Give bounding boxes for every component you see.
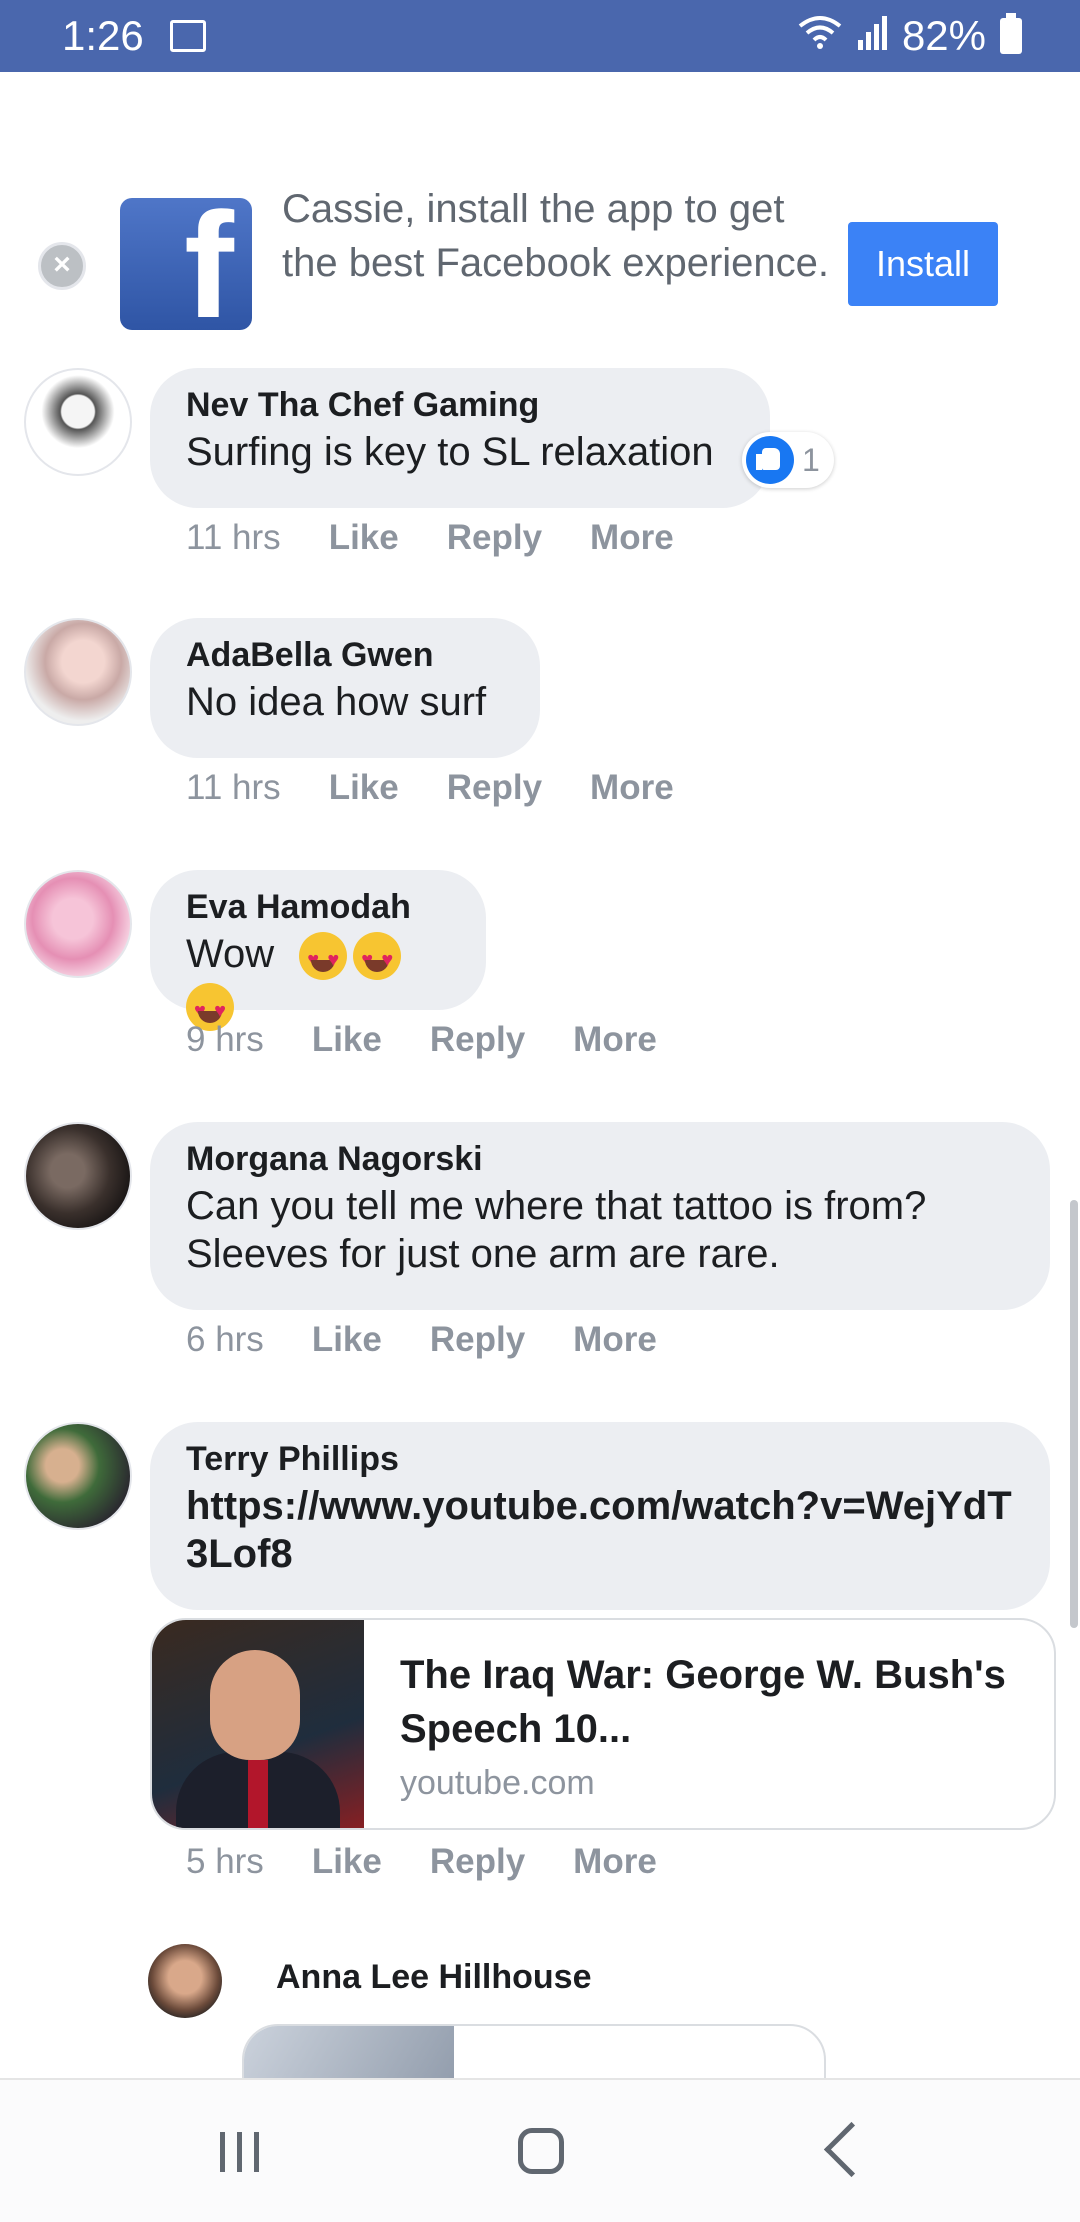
recents-icon[interactable] — [220, 2132, 259, 2172]
comment-bubble: Eva Hamodah Wow — [150, 870, 486, 1035]
more-button[interactable]: More — [573, 1320, 657, 1360]
status-right: 82% — [796, 12, 1022, 60]
install-button[interactable]: Install — [848, 222, 998, 306]
gallery-icon — [170, 20, 206, 52]
wifi-icon — [796, 12, 844, 60]
back-icon[interactable] — [823, 2121, 880, 2178]
like-button[interactable]: Like — [312, 1020, 382, 1060]
close-banner-icon[interactable]: × — [38, 242, 86, 290]
install-app-banner: × f Cassie, install the app to get the b… — [0, 72, 1080, 330]
more-button[interactable]: More — [573, 1020, 657, 1060]
comment-time[interactable]: 11 hrs — [186, 768, 281, 808]
avatar[interactable] — [24, 870, 132, 978]
comment-time[interactable]: 6 hrs — [186, 1320, 264, 1360]
link-preview-card[interactable]: The Iraq War: George W. Bush's Speech 10… — [150, 1618, 1056, 1830]
comment-bubble: AdaBella Gwen No idea how surf — [150, 618, 540, 758]
like-button[interactable]: Like — [312, 1320, 382, 1360]
like-button[interactable]: Like — [312, 1842, 382, 1882]
more-button[interactable]: More — [590, 768, 674, 808]
reaction-count: 1 — [802, 441, 820, 478]
avatar[interactable] — [24, 1122, 132, 1230]
facebook-logo-icon: f — [120, 198, 252, 330]
comment-text: Wow — [186, 930, 450, 1035]
comment-time[interactable]: 9 hrs — [186, 1020, 264, 1060]
reply-button[interactable]: Reply — [430, 1320, 525, 1360]
heart-eyes-emoji-icon — [353, 932, 402, 984]
signal-icon — [857, 12, 888, 60]
more-button[interactable]: More — [590, 518, 674, 558]
comment-bubble: Nev Tha Chef Gaming Surfing is key to SL… — [150, 368, 770, 508]
comment-author[interactable]: Terry Phillips — [186, 1436, 1014, 1482]
comment-author[interactable]: Morgana Nagorski — [186, 1136, 1014, 1182]
comment-actions: 6 hrs Like Reply More — [186, 1320, 657, 1360]
link-preview-title: The Iraq War: George W. Bush's Speech 10… — [400, 1653, 1006, 1751]
link-thumbnail — [152, 1620, 364, 1828]
reply-button[interactable]: Reply — [447, 768, 542, 808]
link-preview-domain: youtube.com — [400, 1764, 595, 1802]
battery-percent: 82% — [901, 12, 986, 59]
system-nav-bar — [0, 2078, 1080, 2222]
comment-author[interactable]: Eva Hamodah — [186, 884, 450, 930]
comment-actions: 5 hrs Like Reply More — [186, 1842, 657, 1882]
comment-text: Can you tell me where that tattoo is fro… — [186, 1184, 927, 1276]
avatar[interactable] — [148, 1944, 222, 2018]
comment-link[interactable]: https://www.youtube.com/watch?v=WejYdT3L… — [186, 1482, 1014, 1578]
home-icon[interactable] — [518, 2128, 564, 2174]
like-reaction-icon — [746, 436, 794, 484]
heart-eyes-emoji-icon — [299, 932, 348, 984]
reply-button[interactable]: Reply — [430, 1020, 525, 1060]
comment-actions: 9 hrs Like Reply More — [186, 1020, 657, 1060]
status-bar: 1:26 82% — [0, 0, 1080, 72]
scrollbar[interactable] — [1070, 1200, 1078, 1628]
install-banner-message: Cassie, install the app to get the best … — [282, 187, 830, 285]
comment-text: Surfing is key to SL relaxation — [186, 430, 714, 474]
comment-author[interactable]: Nev Tha Chef Gaming — [186, 382, 734, 428]
like-button[interactable]: Like — [329, 518, 399, 558]
battery-icon — [1000, 13, 1022, 54]
status-time: 1:26 — [62, 12, 144, 59]
comment-time[interactable]: 5 hrs — [186, 1842, 264, 1882]
like-button[interactable]: Like — [329, 768, 399, 808]
comment-text: No idea how surf — [186, 680, 487, 724]
avatar[interactable] — [24, 618, 132, 726]
reply-author[interactable]: Anna Lee Hillhouse — [276, 1958, 592, 1997]
avatar[interactable] — [24, 1422, 132, 1530]
comment-actions: 11 hrs Like Reply More — [186, 768, 674, 808]
more-button[interactable]: More — [573, 1842, 657, 1882]
reply-button[interactable]: Reply — [430, 1842, 525, 1882]
comment-actions: 11 hrs Like Reply More — [186, 518, 674, 558]
comment-bubble: Morgana Nagorski Can you tell me where t… — [150, 1122, 1050, 1310]
comment-time[interactable]: 11 hrs — [186, 518, 281, 558]
avatar[interactable] — [24, 368, 132, 476]
reaction-badge[interactable]: 1 — [742, 432, 834, 488]
comment-author[interactable]: AdaBella Gwen — [186, 632, 504, 678]
reply-button[interactable]: Reply — [447, 518, 542, 558]
comment-bubble: Terry Phillips https://www.youtube.com/w… — [150, 1422, 1050, 1610]
